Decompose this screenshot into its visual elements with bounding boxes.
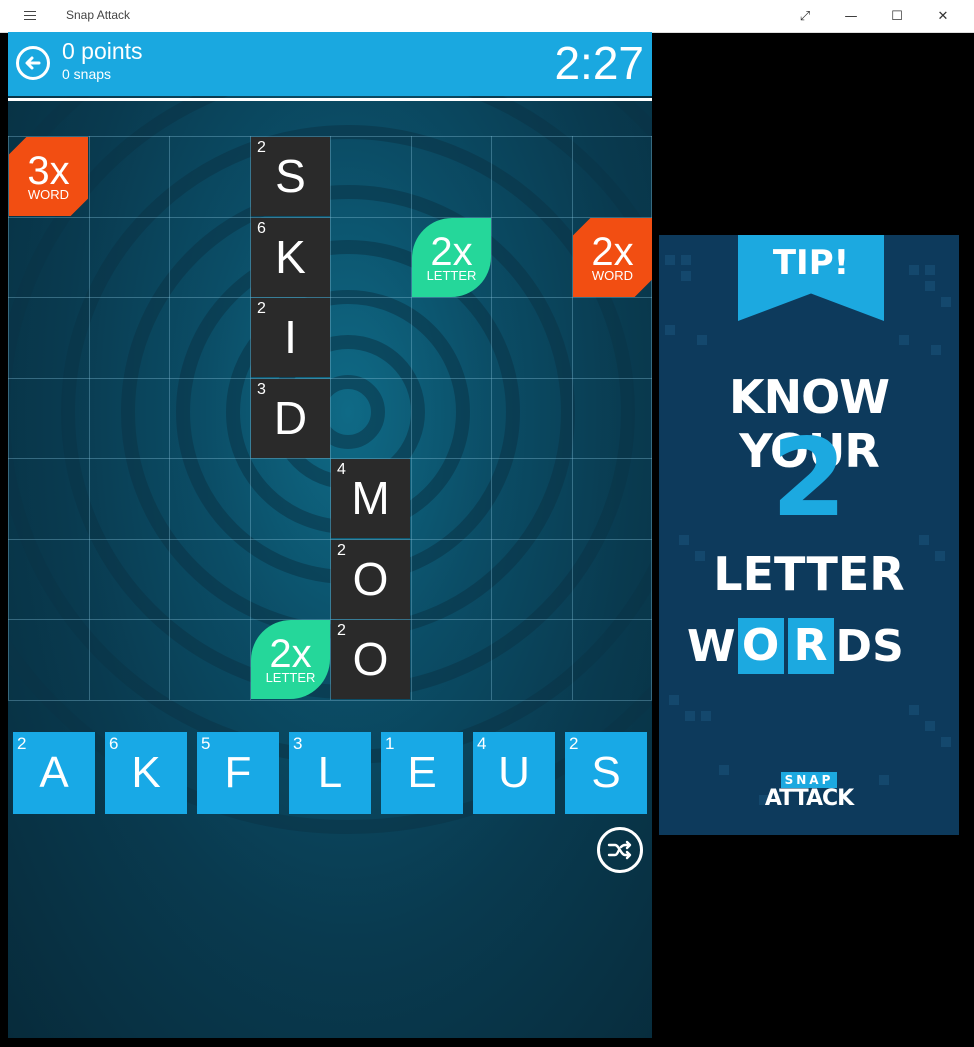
rack-tile[interactable]: 6K (105, 732, 187, 814)
shuffle-icon[interactable] (597, 827, 643, 873)
restore-icon[interactable]: ⤢ (782, 0, 828, 32)
rack-tile[interactable]: 2S (565, 732, 647, 814)
rack-tile[interactable]: 1E (381, 732, 463, 814)
game-area: 0 points 0 snaps 2:27 3x WORD 2x LETTER 2x WO… (8, 32, 652, 1038)
bonus-kind: WORD (591, 268, 634, 283)
rack-tile-letter: K (131, 748, 161, 797)
board-tile[interactable]: 2S (251, 137, 330, 216)
board-tile[interactable]: 2O (331, 540, 410, 619)
rack-tile-letter: A (39, 748, 69, 797)
rack-tile[interactable]: 5F (197, 732, 279, 814)
tile-letter: S (275, 150, 306, 202)
rack-tile-letter: E (407, 748, 437, 797)
rack-tile-letter: L (317, 748, 343, 797)
grid-line (8, 700, 652, 701)
score-header: 0 points 0 snaps 2:27 (8, 32, 652, 96)
grid-line (491, 136, 492, 700)
tip-heading: TIP! (772, 243, 850, 283)
bonus-kind: LETTER (265, 670, 316, 685)
tip-advertisement[interactable]: TIP! KNOW YOUR 2 LETTER W O R DS SNAP AT… (659, 235, 959, 835)
maximize-button[interactable]: ☐ (874, 0, 920, 32)
grid-line (169, 136, 170, 700)
back-arrow-icon[interactable] (16, 46, 50, 80)
ad-words-part: W (687, 620, 736, 672)
snaps-label: 0 snaps (62, 66, 112, 82)
bonus-multiplier: 2x (430, 230, 473, 274)
bonus-3x-word[interactable]: 3x WORD (9, 137, 88, 216)
ad-words-highlight: O (737, 618, 784, 674)
grid-line (8, 619, 652, 620)
bonus-kind: LETTER (426, 268, 477, 283)
minimize-button[interactable]: — (828, 0, 874, 32)
window-titlebar: Snap Attack ⤢ — ☐ ✕ (0, 0, 974, 33)
hamburger-menu-icon[interactable] (22, 9, 40, 23)
grid-line (572, 136, 573, 700)
rack-tile[interactable]: 4U (473, 732, 555, 814)
board-tile[interactable]: 4M (331, 459, 410, 538)
bonus-2x-letter[interactable]: 2x LETTER (412, 218, 491, 297)
grid-line (8, 297, 652, 298)
grid-line (8, 458, 652, 459)
snap-attack-logo: SNAP ATTACK (659, 769, 959, 811)
ad-number: 2 (771, 416, 847, 541)
grid-line (89, 136, 90, 700)
bonus-2x-letter[interactable]: 2x LETTER (251, 620, 330, 699)
grid-line (8, 217, 652, 218)
grid-line (8, 539, 652, 540)
bonus-kind: WORD (27, 187, 70, 202)
grid-line (8, 378, 652, 379)
bonus-2x-word[interactable]: 2x WORD (573, 218, 652, 297)
points-label: 0 points (62, 38, 143, 64)
rack-tile-letter: F (224, 748, 252, 797)
tile-letter: O (352, 633, 389, 685)
logo-attack: ATTACK (764, 786, 854, 811)
game-board: 3x WORD 2x LETTER 2x WORD 2x LETTER 2 S 6 K 2 I 3 D 4 M 2 O… (8, 136, 652, 701)
window-title: Snap Attack (66, 8, 131, 22)
board-tile[interactable]: 2I (251, 298, 330, 377)
ad-words-highlight: R (787, 618, 834, 674)
ad-words-part: DS (835, 620, 904, 672)
close-button[interactable]: ✕ (920, 0, 966, 32)
tile-letter: O (352, 553, 389, 605)
rack-tile[interactable]: 3L (289, 732, 371, 814)
rack-tile-letter: S (591, 748, 621, 797)
grid-line (8, 136, 9, 700)
bonus-multiplier: 2x (591, 230, 634, 274)
tile-letter: M (351, 472, 390, 524)
bonus-multiplier: 2x (269, 632, 312, 676)
board-tile[interactable]: 6K (251, 218, 330, 297)
tile-letter: K (275, 231, 306, 283)
tile-letter: D (273, 392, 308, 444)
grid-line (8, 136, 652, 137)
board-tile[interactable]: 3D (251, 379, 330, 458)
bonus-multiplier: 3x (27, 149, 70, 193)
board-tile[interactable]: 2O (331, 620, 410, 699)
rack-tile-letter: U (498, 748, 530, 797)
ad-line-letter: LETTER (713, 547, 905, 601)
ad-line-words: W O R DS (687, 617, 904, 675)
tile-letter: I (284, 311, 297, 363)
countdown-timer: 2:27 (554, 37, 644, 89)
header-divider (8, 98, 652, 101)
rack-tile[interactable]: 2A (13, 732, 95, 814)
